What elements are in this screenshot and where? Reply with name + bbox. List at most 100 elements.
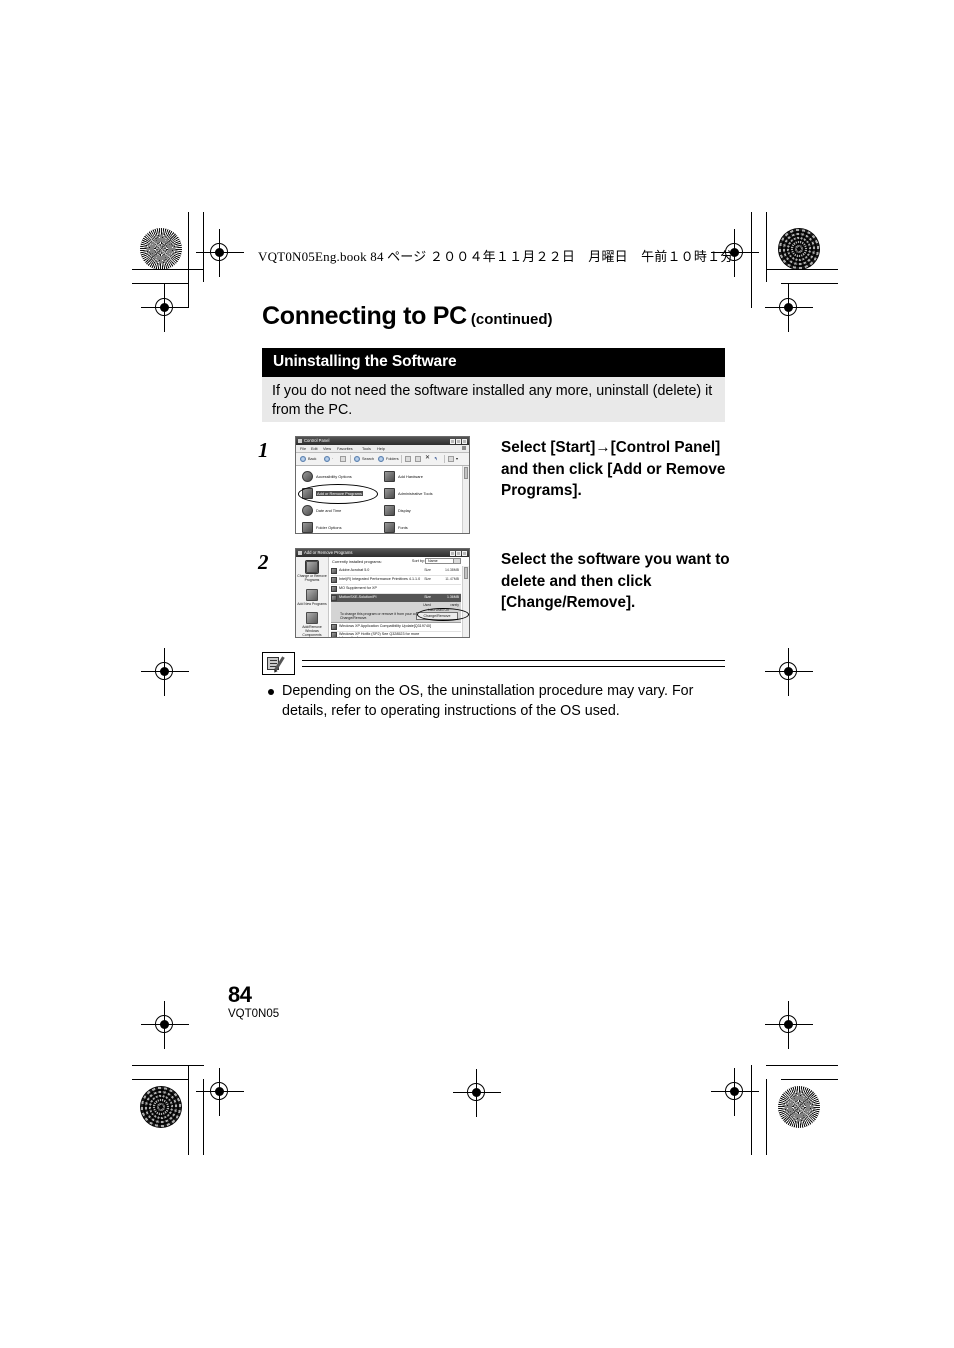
program-name: Intel(R) Integrated Performance Primitiv… — [339, 577, 421, 581]
menubar-logo-icon — [462, 446, 466, 450]
menu-item-tools[interactable]: Tools — [362, 446, 371, 452]
window-title: Add or Remove Programs — [304, 550, 353, 555]
window-icon — [298, 551, 302, 555]
back-icon[interactable] — [300, 456, 306, 462]
vertical-scrollbar[interactable] — [462, 466, 469, 533]
toolbar-separator — [401, 455, 402, 463]
minimize-icon[interactable] — [450, 438, 455, 444]
registration-target — [453, 1069, 501, 1117]
page-footer: 84 VQT0N05 — [228, 983, 279, 1021]
menu-item-favorites[interactable]: Favorites — [337, 446, 353, 452]
sort-by-dropdown[interactable]: Name — [425, 558, 461, 564]
crop-mark — [781, 283, 838, 284]
used-value: rarely — [450, 603, 459, 607]
fonts-icon — [384, 522, 395, 533]
close-icon[interactable] — [462, 438, 467, 444]
page-title-continued: (continued) — [470, 311, 553, 328]
maximize-icon[interactable] — [456, 438, 461, 444]
scrollbar-thumb[interactable] — [463, 467, 468, 479]
administrative-tools-icon — [384, 488, 395, 499]
menu-item-view[interactable]: View — [323, 446, 331, 452]
sort-by-value: Name — [428, 559, 438, 563]
add-remove-programs-body[interactable]: Change or Remove Programs Add New Progra… — [296, 557, 469, 637]
folders-label[interactable]: Folders — [386, 455, 399, 463]
item-label: Date and Time — [316, 508, 342, 513]
sidebar-item-change-or-remove-programs[interactable]: Change or Remove Programs — [296, 560, 328, 582]
program-row[interactable]: Adobe Acrobat 5.0 Size 14.38MB — [331, 567, 461, 576]
vertical-scrollbar[interactable] — [462, 566, 469, 637]
window-toolbar[interactable]: Back · Search Folders ✕ ↰ ▾ — [296, 453, 469, 466]
forward-caret[interactable]: · — [332, 455, 333, 463]
folders-icon[interactable] — [378, 456, 384, 462]
toolbar-separator — [444, 455, 445, 463]
search-icon[interactable] — [354, 456, 360, 462]
window-menubar[interactable]: File Edit View Favorites Tools Help — [296, 445, 469, 453]
step-number: 2 — [258, 550, 269, 574]
window-titlebar: Add or Remove Programs — [296, 549, 469, 557]
program-row[interactable]: MO Supplement for XP — [331, 585, 461, 594]
program-icon — [331, 595, 337, 601]
menu-item-edit[interactable]: Edit — [311, 446, 318, 452]
control-panel-item[interactable]: Fonts — [384, 522, 408, 533]
back-label[interactable]: Back — [308, 455, 316, 463]
chevron-down-icon[interactable] — [453, 559, 460, 563]
step-1-instruction: Select [Start]→[Control Panel] and then … — [501, 439, 726, 499]
program-row[interactable]: Intel(R) Integrated Performance Primitiv… — [331, 576, 461, 585]
control-panel-item[interactable]: Add Hardware — [384, 471, 423, 482]
copy-to-icon[interactable] — [415, 456, 421, 462]
accessibility-options-icon — [302, 471, 313, 482]
program-row[interactable]: Windows XP Hotfix (SP2) See Q328523 for … — [331, 631, 461, 637]
menu-item-help[interactable]: Help — [377, 446, 385, 452]
crop-mark — [766, 212, 767, 282]
close-icon[interactable] — [462, 550, 467, 556]
item-label: Folder Options — [316, 525, 342, 530]
forward-icon[interactable] — [324, 456, 330, 462]
step-1-screenshot: Control Panel File Edit View Favorites T… — [295, 436, 470, 534]
control-panel-window: Control Panel File Edit View Favorites T… — [295, 436, 470, 534]
control-panel-item-list[interactable]: Accessibility Options Add Hardware Add o… — [296, 466, 469, 533]
sidebar-item-label: Add New Programs — [297, 602, 327, 606]
views-icon[interactable] — [448, 456, 454, 462]
minimize-icon[interactable] — [450, 550, 455, 556]
search-label[interactable]: Search — [362, 455, 374, 463]
crop-mark — [132, 283, 189, 284]
control-panel-item[interactable]: Accessibility Options — [302, 471, 352, 482]
crop-mark — [766, 1065, 838, 1066]
add-remove-main-pane[interactable]: Currently installed programs: Sort by: N… — [329, 557, 469, 637]
sidebar-item-add-new-programs[interactable]: Add New Programs — [296, 589, 328, 606]
add-remove-sidebar[interactable]: Change or Remove Programs Add New Progra… — [296, 557, 329, 637]
crop-mark — [132, 1065, 204, 1066]
crop-mark — [132, 1079, 189, 1080]
bullet-icon — [268, 689, 274, 695]
sort-by-label: Sort by: — [411, 559, 425, 563]
up-icon[interactable] — [340, 456, 346, 462]
sidebar-item-add-remove-windows-components[interactable]: Add/Remove Windows Components — [296, 612, 328, 637]
delete-icon[interactable]: ✕ — [425, 455, 430, 462]
program-icon — [331, 568, 337, 574]
section-heading-bar: Uninstalling the Software — [262, 348, 725, 377]
scrollbar-thumb[interactable] — [463, 567, 468, 579]
program-icon — [331, 577, 337, 583]
window-controls[interactable] — [450, 438, 467, 444]
maximize-icon[interactable] — [456, 550, 461, 556]
registration-target — [141, 648, 189, 696]
control-panel-item[interactable]: Display — [384, 505, 411, 516]
note-divider-rule — [302, 660, 725, 667]
print-file-header: VQT0N05Eng.book 84 ページ ２００４年１１月２２日 月曜日 午… — [258, 249, 734, 264]
control-panel-item[interactable]: Administrative Tools — [384, 488, 433, 499]
control-panel-item[interactable]: Folder Options — [302, 522, 342, 533]
step-2-screenshot: Add or Remove Programs Change or Remove … — [295, 548, 470, 638]
program-name: MO Supplement for XP — [339, 586, 377, 590]
registration-target — [196, 1068, 244, 1116]
item-label: Display — [398, 508, 411, 513]
item-label: Add Hardware — [398, 474, 423, 479]
program-name: Windows XP Hotfix (SP2) See Q328523 for … — [339, 632, 420, 637]
menu-item-file[interactable]: File — [300, 446, 306, 452]
window-controls[interactable] — [450, 550, 467, 556]
undo-icon[interactable]: ↰ — [434, 455, 437, 463]
move-to-icon[interactable] — [405, 456, 411, 462]
registration-target — [765, 284, 813, 332]
control-panel-item[interactable]: Date and Time — [302, 505, 341, 516]
views-caret[interactable]: ▾ — [456, 455, 458, 463]
registration-target — [141, 284, 189, 332]
